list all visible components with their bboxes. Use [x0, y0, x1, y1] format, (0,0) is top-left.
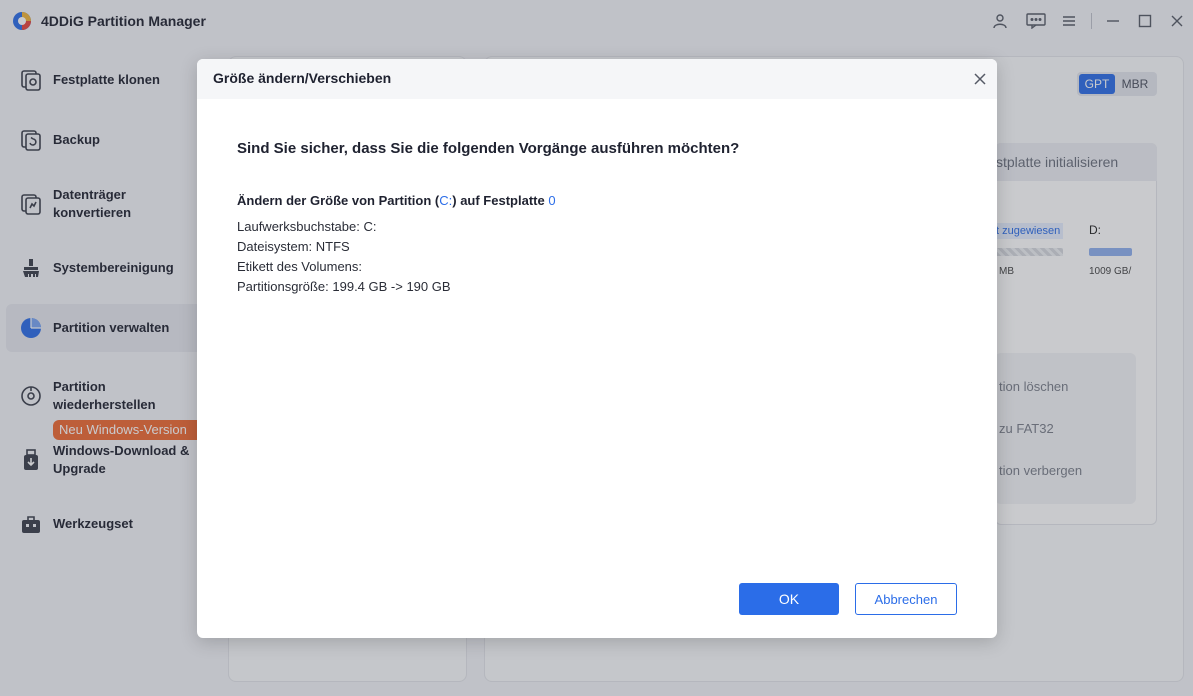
dialog-header: Größe ändern/Verschieben — [197, 59, 997, 99]
dialog-title: Größe ändern/Verschieben — [213, 70, 392, 86]
disk-link[interactable]: 0 — [548, 193, 555, 208]
cancel-button[interactable]: Abbrechen — [855, 583, 957, 615]
detail-drive-letter: Laufwerksbuchstabe: C: — [237, 219, 377, 234]
ok-button[interactable]: OK — [739, 583, 839, 615]
detail-volume-label: Etikett des Volumens: — [237, 259, 363, 274]
partition-link[interactable]: C: — [439, 193, 452, 208]
close-icon[interactable] — [972, 71, 988, 87]
operation-middle: ) auf Festplatte — [452, 193, 549, 208]
detail-file-system: Dateisystem: NTFS — [237, 239, 350, 254]
confirmation-question: Sind Sie sicher, dass Sie die folgenden … — [237, 140, 740, 157]
detail-partition-size: Partitionsgröße: 199.4 GB -> 190 GB — [237, 279, 451, 294]
operation-summary: Ändern der Größe von Partition (C:) auf … — [237, 193, 556, 208]
resize-move-dialog: Größe ändern/Verschieben Sind Sie sicher… — [197, 59, 997, 638]
operation-prefix: Ändern der Größe von Partition ( — [237, 193, 440, 208]
